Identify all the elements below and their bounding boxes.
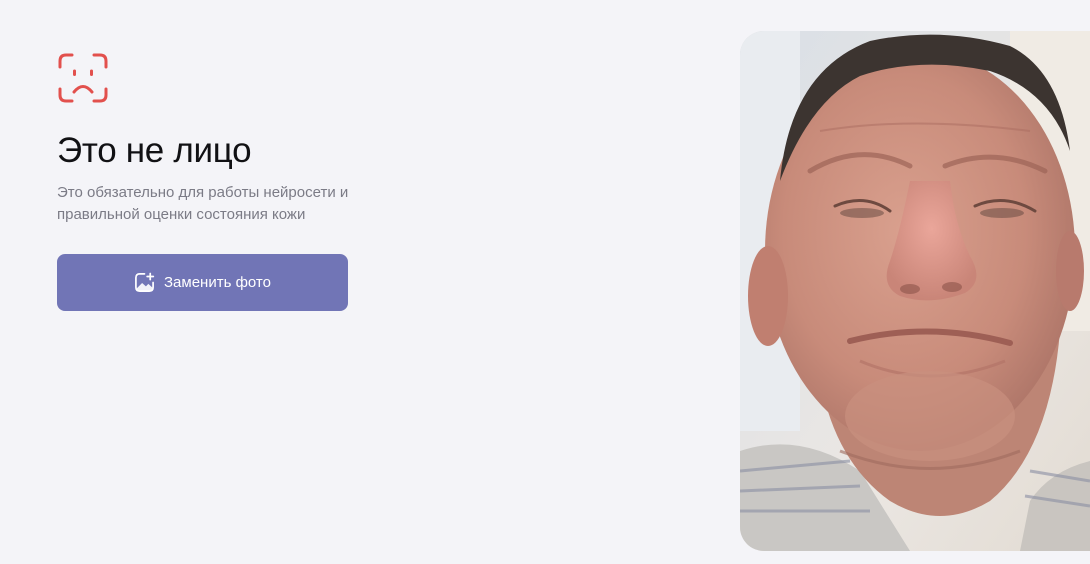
status-description: Это обязательно для работы нейросети и п…	[57, 184, 349, 223]
page-title: Это не лицо	[57, 131, 252, 170]
sad-face-scan-icon	[58, 53, 108, 103]
add-photo-icon	[135, 272, 155, 292]
face-photo-image	[740, 31, 1090, 551]
uploaded-photo	[740, 31, 1090, 551]
replace-photo-button[interactable]: Заменить фото	[57, 254, 348, 311]
replace-photo-label: Заменить фото	[164, 274, 271, 291]
status-panel: Это не лицо Это обязательно для работы н…	[57, 52, 397, 311]
